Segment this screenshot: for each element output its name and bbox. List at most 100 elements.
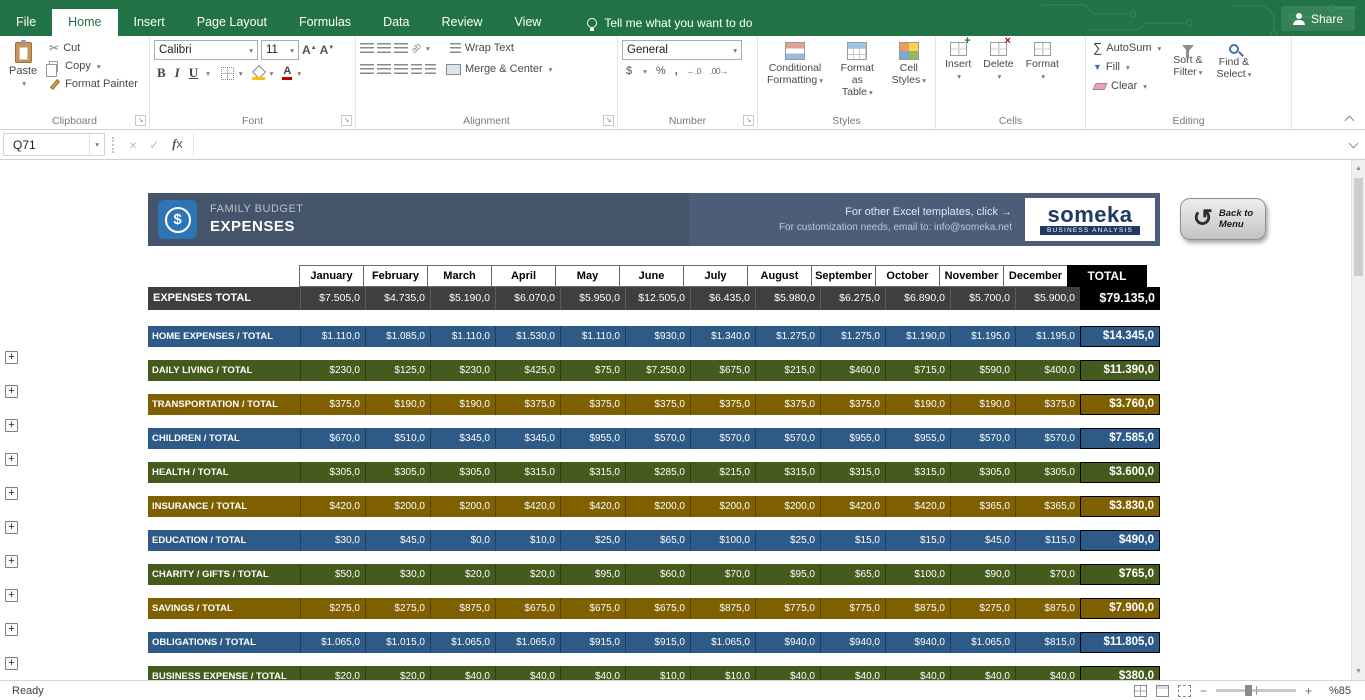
back-to-menu-button[interactable]: ↺ Back to Menu [1180,198,1266,240]
category-value-cell[interactable]: $315,0 [755,462,820,483]
cancel-icon[interactable]: × [123,137,143,153]
category-value-cell[interactable]: $675,0 [495,598,560,619]
category-value-cell[interactable]: $190,0 [430,394,495,415]
category-value-cell[interactable]: $50,0 [300,564,365,585]
category-value-cell[interactable]: $775,0 [820,598,885,619]
category-value-cell[interactable]: $915,0 [560,632,625,653]
category-value-cell[interactable]: $190,0 [950,394,1015,415]
expenses-total-cell[interactable]: $6.435,0 [690,287,755,310]
page-layout-view-icon[interactable] [1156,685,1169,697]
accounting-format-icon[interactable]: $ [626,65,632,77]
category-value-cell[interactable]: $1.530,0 [495,326,560,347]
category-value-cell[interactable]: $40,0 [820,666,885,680]
total-header-cell[interactable]: TOTAL [1067,265,1147,287]
expenses-total-cell[interactable]: $7.505,0 [300,287,365,310]
category-value-cell[interactable]: $590,0 [950,360,1015,381]
format-painter-button[interactable]: Format Painter [46,76,141,92]
page-break-view-icon[interactable] [1178,685,1191,697]
category-value-cell[interactable]: $675,0 [625,598,690,619]
underline-button[interactable]: U [186,65,201,81]
expenses-total-cell[interactable]: $5.900,0 [1015,287,1080,310]
category-value-cell[interactable]: $675,0 [690,360,755,381]
category-value-cell[interactable]: $420,0 [885,496,950,517]
category-value-cell[interactable]: $285,0 [625,462,690,483]
category-value-cell[interactable]: $230,0 [300,360,365,381]
orientation-icon[interactable]: ab [409,41,423,55]
align-center-icon[interactable] [377,64,391,75]
category-value-cell[interactable]: $115,0 [1015,530,1080,551]
promo-line-1[interactable]: For other Excel templates, click → [845,206,1012,218]
category-value-cell[interactable]: $30,0 [300,530,365,551]
category-value-cell[interactable]: $1.110,0 [560,326,625,347]
category-value-cell[interactable]: $60,0 [625,564,690,585]
increase-indent-icon[interactable] [425,64,436,75]
category-value-cell[interactable]: $875,0 [885,598,950,619]
category-value-cell[interactable]: $875,0 [430,598,495,619]
format-as-table-button[interactable]: Format asTable▾ [830,40,885,101]
category-total-cell[interactable]: $3.760,0 [1080,394,1160,415]
category-value-cell[interactable]: $315,0 [560,462,625,483]
category-value-cell[interactable]: $375,0 [300,394,365,415]
merge-center-button[interactable]: Merge & Center ▾ [443,61,555,77]
expenses-total-cell[interactable]: $5.700,0 [950,287,1015,310]
month-header-cell[interactable]: February [363,265,428,287]
paste-dropdown-arrow[interactable]: ▾ [22,79,26,88]
category-value-cell[interactable]: $510,0 [365,428,430,449]
alignment-dialog-launcher[interactable]: ↘ [603,115,614,126]
fill-color-icon[interactable] [252,67,265,80]
month-header-cell[interactable]: August [747,265,812,287]
category-value-cell[interactable]: $940,0 [820,632,885,653]
category-value-cell[interactable]: $275,0 [300,598,365,619]
month-header-cell[interactable]: December [1003,265,1068,287]
number-dialog-launcher[interactable]: ↘ [743,115,754,126]
category-value-cell[interactable]: $20,0 [365,666,430,680]
category-label-cell[interactable]: INSURANCE / TOTAL [148,496,300,517]
tab-page-layout[interactable]: Page Layout [181,9,283,36]
category-value-cell[interactable]: $1.065,0 [495,632,560,653]
category-label-cell[interactable]: HOME EXPENSES / TOTAL [148,326,300,347]
category-value-cell[interactable]: $25,0 [755,530,820,551]
copy-button[interactable]: Copy▾ [46,58,141,74]
zoom-slider-thumb[interactable] [1245,685,1252,696]
category-label-cell[interactable]: DAILY LIVING / TOTAL [148,360,300,381]
month-header-cell[interactable]: October [875,265,940,287]
expenses-total-cell[interactable]: $5.950,0 [560,287,625,310]
category-value-cell[interactable]: $345,0 [495,428,560,449]
expenses-total-cell[interactable]: $6.890,0 [885,287,950,310]
category-total-cell[interactable]: $7.900,0 [1080,598,1160,619]
category-value-cell[interactable]: $940,0 [755,632,820,653]
category-value-cell[interactable]: $305,0 [300,462,365,483]
category-value-cell[interactable]: $305,0 [430,462,495,483]
category-value-cell[interactable]: $375,0 [560,394,625,415]
align-middle-icon[interactable] [377,43,391,54]
category-value-cell[interactable]: $930,0 [625,326,690,347]
cut-button[interactable]: ✂Cut [46,40,141,56]
name-box-dropdown-arrow[interactable]: ▾ [89,134,104,155]
category-value-cell[interactable]: $1.065,0 [300,632,365,653]
expenses-grand-total-cell[interactable]: $79.135,0 [1080,287,1160,310]
vertical-scrollbar[interactable]: ▲ ▼ [1351,160,1365,680]
accounting-dropdown-arrow[interactable]: ▾ [643,67,647,76]
category-value-cell[interactable]: $30,0 [365,564,430,585]
category-total-cell[interactable]: $765,0 [1080,564,1160,585]
category-value-cell[interactable]: $25,0 [560,530,625,551]
category-value-cell[interactable]: $40,0 [430,666,495,680]
tab-home[interactable]: Home [52,9,117,36]
outline-expand-button[interactable]: + [5,487,18,500]
category-value-cell[interactable]: $1.065,0 [430,632,495,653]
category-value-cell[interactable]: $1.190,0 [885,326,950,347]
category-label-cell[interactable]: HEALTH / TOTAL [148,462,300,483]
category-value-cell[interactable]: $675,0 [560,598,625,619]
outline-expand-button[interactable]: + [5,555,18,568]
category-value-cell[interactable]: $365,0 [950,496,1015,517]
italic-button[interactable]: I [172,65,183,81]
expenses-total-cell[interactable]: $6.070,0 [495,287,560,310]
font-color-dropdown-arrow[interactable]: ▾ [297,69,301,78]
category-value-cell[interactable]: $7.250,0 [625,360,690,381]
category-value-cell[interactable]: $375,0 [1015,394,1080,415]
align-bottom-icon[interactable] [394,43,408,54]
month-header-cell[interactable]: April [491,265,556,287]
category-label-cell[interactable]: BUSINESS EXPENSE / TOTAL [148,666,300,680]
category-value-cell[interactable]: $375,0 [820,394,885,415]
category-value-cell[interactable]: $40,0 [885,666,950,680]
